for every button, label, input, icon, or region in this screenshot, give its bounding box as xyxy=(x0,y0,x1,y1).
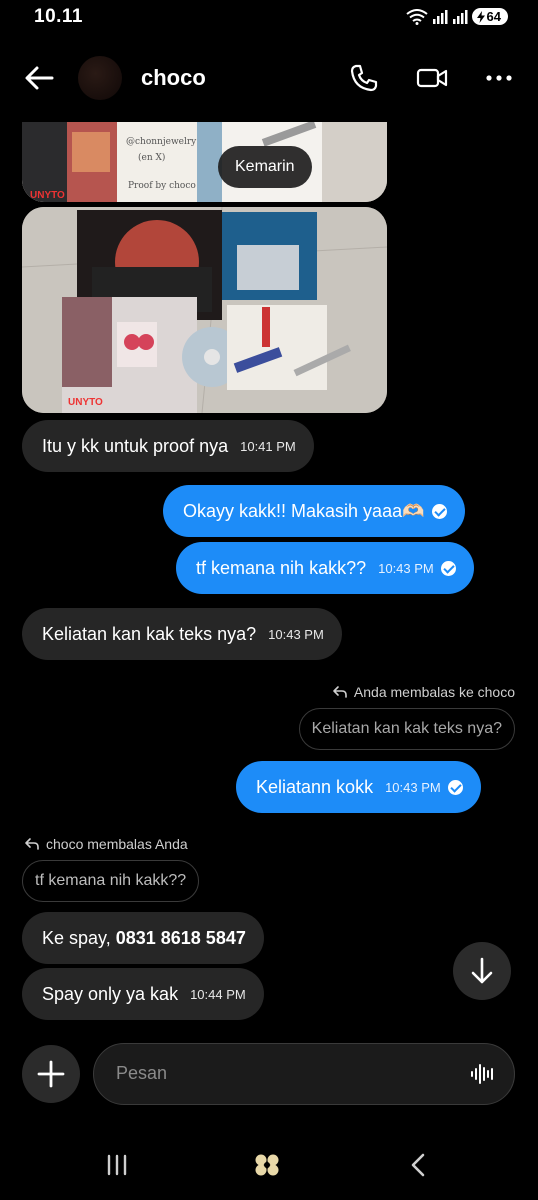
reply-arrow-icon xyxy=(333,686,347,698)
voice-wave-icon[interactable] xyxy=(470,1062,496,1086)
message-phone-number[interactable]: 0831 8618 5847 xyxy=(116,928,246,949)
received-message[interactable]: Spay only ya kak 10:44 PM xyxy=(22,968,264,1020)
message-time: 10:44 PM xyxy=(190,986,246,1002)
recent-apps-icon[interactable] xyxy=(102,1152,132,1178)
system-navigation-bar xyxy=(0,1140,538,1190)
sent-message[interactable]: Okayy kakk!! Makasih yaaa🫶🏻 xyxy=(163,485,465,537)
message-text-prefix: Ke spay, xyxy=(42,927,116,948)
received-message[interactable]: Keliatan kan kak teks nya? 10:43 PM xyxy=(22,608,342,660)
message-text: tf kemana nih kakk?? xyxy=(196,557,367,578)
sent-message[interactable]: Keliatann kokk 10:43 PM xyxy=(236,761,481,813)
message-input-placeholder: Pesan xyxy=(116,1063,168,1083)
signal-icon xyxy=(432,9,448,24)
photo-sub-text: (en X) xyxy=(138,152,165,163)
reply-indicator: Anda membalas ke choco xyxy=(332,684,515,700)
status-icons: 64 xyxy=(405,8,508,25)
chat-header: choco xyxy=(0,50,538,106)
more-icon[interactable] xyxy=(484,62,516,94)
signal-icon xyxy=(452,9,468,24)
message-text: Keliatann kokk xyxy=(256,776,374,797)
date-separator: Kemarin xyxy=(218,146,312,188)
quoted-message[interactable]: tf kemana nih kakk?? xyxy=(22,860,200,902)
battery-level: 64 xyxy=(486,9,501,24)
photo-proof-text: Proof by choco xyxy=(128,181,196,191)
status-time: 10.11 xyxy=(34,6,83,27)
quoted-message[interactable]: Keliatan kan kak teks nya? xyxy=(298,708,515,750)
battery-indicator: 64 xyxy=(471,8,508,25)
received-message[interactable]: Itu y kk untuk proof nya 10:41 PM xyxy=(22,420,314,472)
status-bar: 10.11 64 xyxy=(0,0,538,36)
message-text: Okayy kakk!! Makasih yaaa🫶🏻 xyxy=(183,500,425,521)
back-arrow-icon[interactable] xyxy=(22,62,58,94)
phone-icon[interactable] xyxy=(348,62,380,94)
message-text: Spay only ya kak xyxy=(42,983,179,1004)
received-message[interactable]: Ke spay, 0831 8618 5847 xyxy=(22,912,264,964)
message-text: Itu y kk untuk proof nya xyxy=(42,435,229,456)
message-time: 10:41 PM xyxy=(240,438,296,454)
reply-arrow-icon xyxy=(25,838,39,850)
arrow-down-icon xyxy=(471,957,493,984)
reply-label-text: Anda membalas ke choco xyxy=(353,684,515,700)
wifi-icon xyxy=(405,8,428,25)
message-time: 10:43 PM xyxy=(385,779,441,795)
message-input[interactable]: Pesan xyxy=(93,1043,515,1105)
photo-handle-text: @chonnjewelry xyxy=(126,137,197,147)
shared-photo[interactable]: UNYTO xyxy=(22,207,387,413)
contact-name[interactable]: choco xyxy=(141,65,206,91)
read-check-icon xyxy=(447,779,463,795)
add-attachment-button[interactable] xyxy=(22,1045,80,1103)
bolt-icon xyxy=(476,10,485,23)
message-text: Keliatan kan kak teks nya? xyxy=(42,623,257,644)
read-check-icon xyxy=(440,560,456,576)
sent-message[interactable]: tf kemana nih kakk?? 10:43 PM xyxy=(176,542,474,594)
reply-indicator: choco membalas Anda xyxy=(24,836,188,852)
message-time: 10:43 PM xyxy=(268,626,324,642)
svg-text:UNYTO: UNYTO xyxy=(68,397,103,408)
svg-text:UNYTO: UNYTO xyxy=(30,190,65,201)
back-nav-icon[interactable] xyxy=(404,1152,434,1178)
scroll-to-bottom-button[interactable] xyxy=(453,942,511,1000)
shared-photo[interactable]: @chonnjewelry (en X) Proof by choco UNYT… xyxy=(22,122,387,202)
plus-icon xyxy=(37,1060,65,1088)
read-check-icon xyxy=(431,503,447,519)
avatar[interactable] xyxy=(78,56,122,100)
video-icon[interactable] xyxy=(416,62,448,94)
reply-label-text: choco membalas Anda xyxy=(46,836,188,852)
home-icon[interactable] xyxy=(252,1152,282,1178)
message-time: 10:43 PM xyxy=(378,560,434,576)
